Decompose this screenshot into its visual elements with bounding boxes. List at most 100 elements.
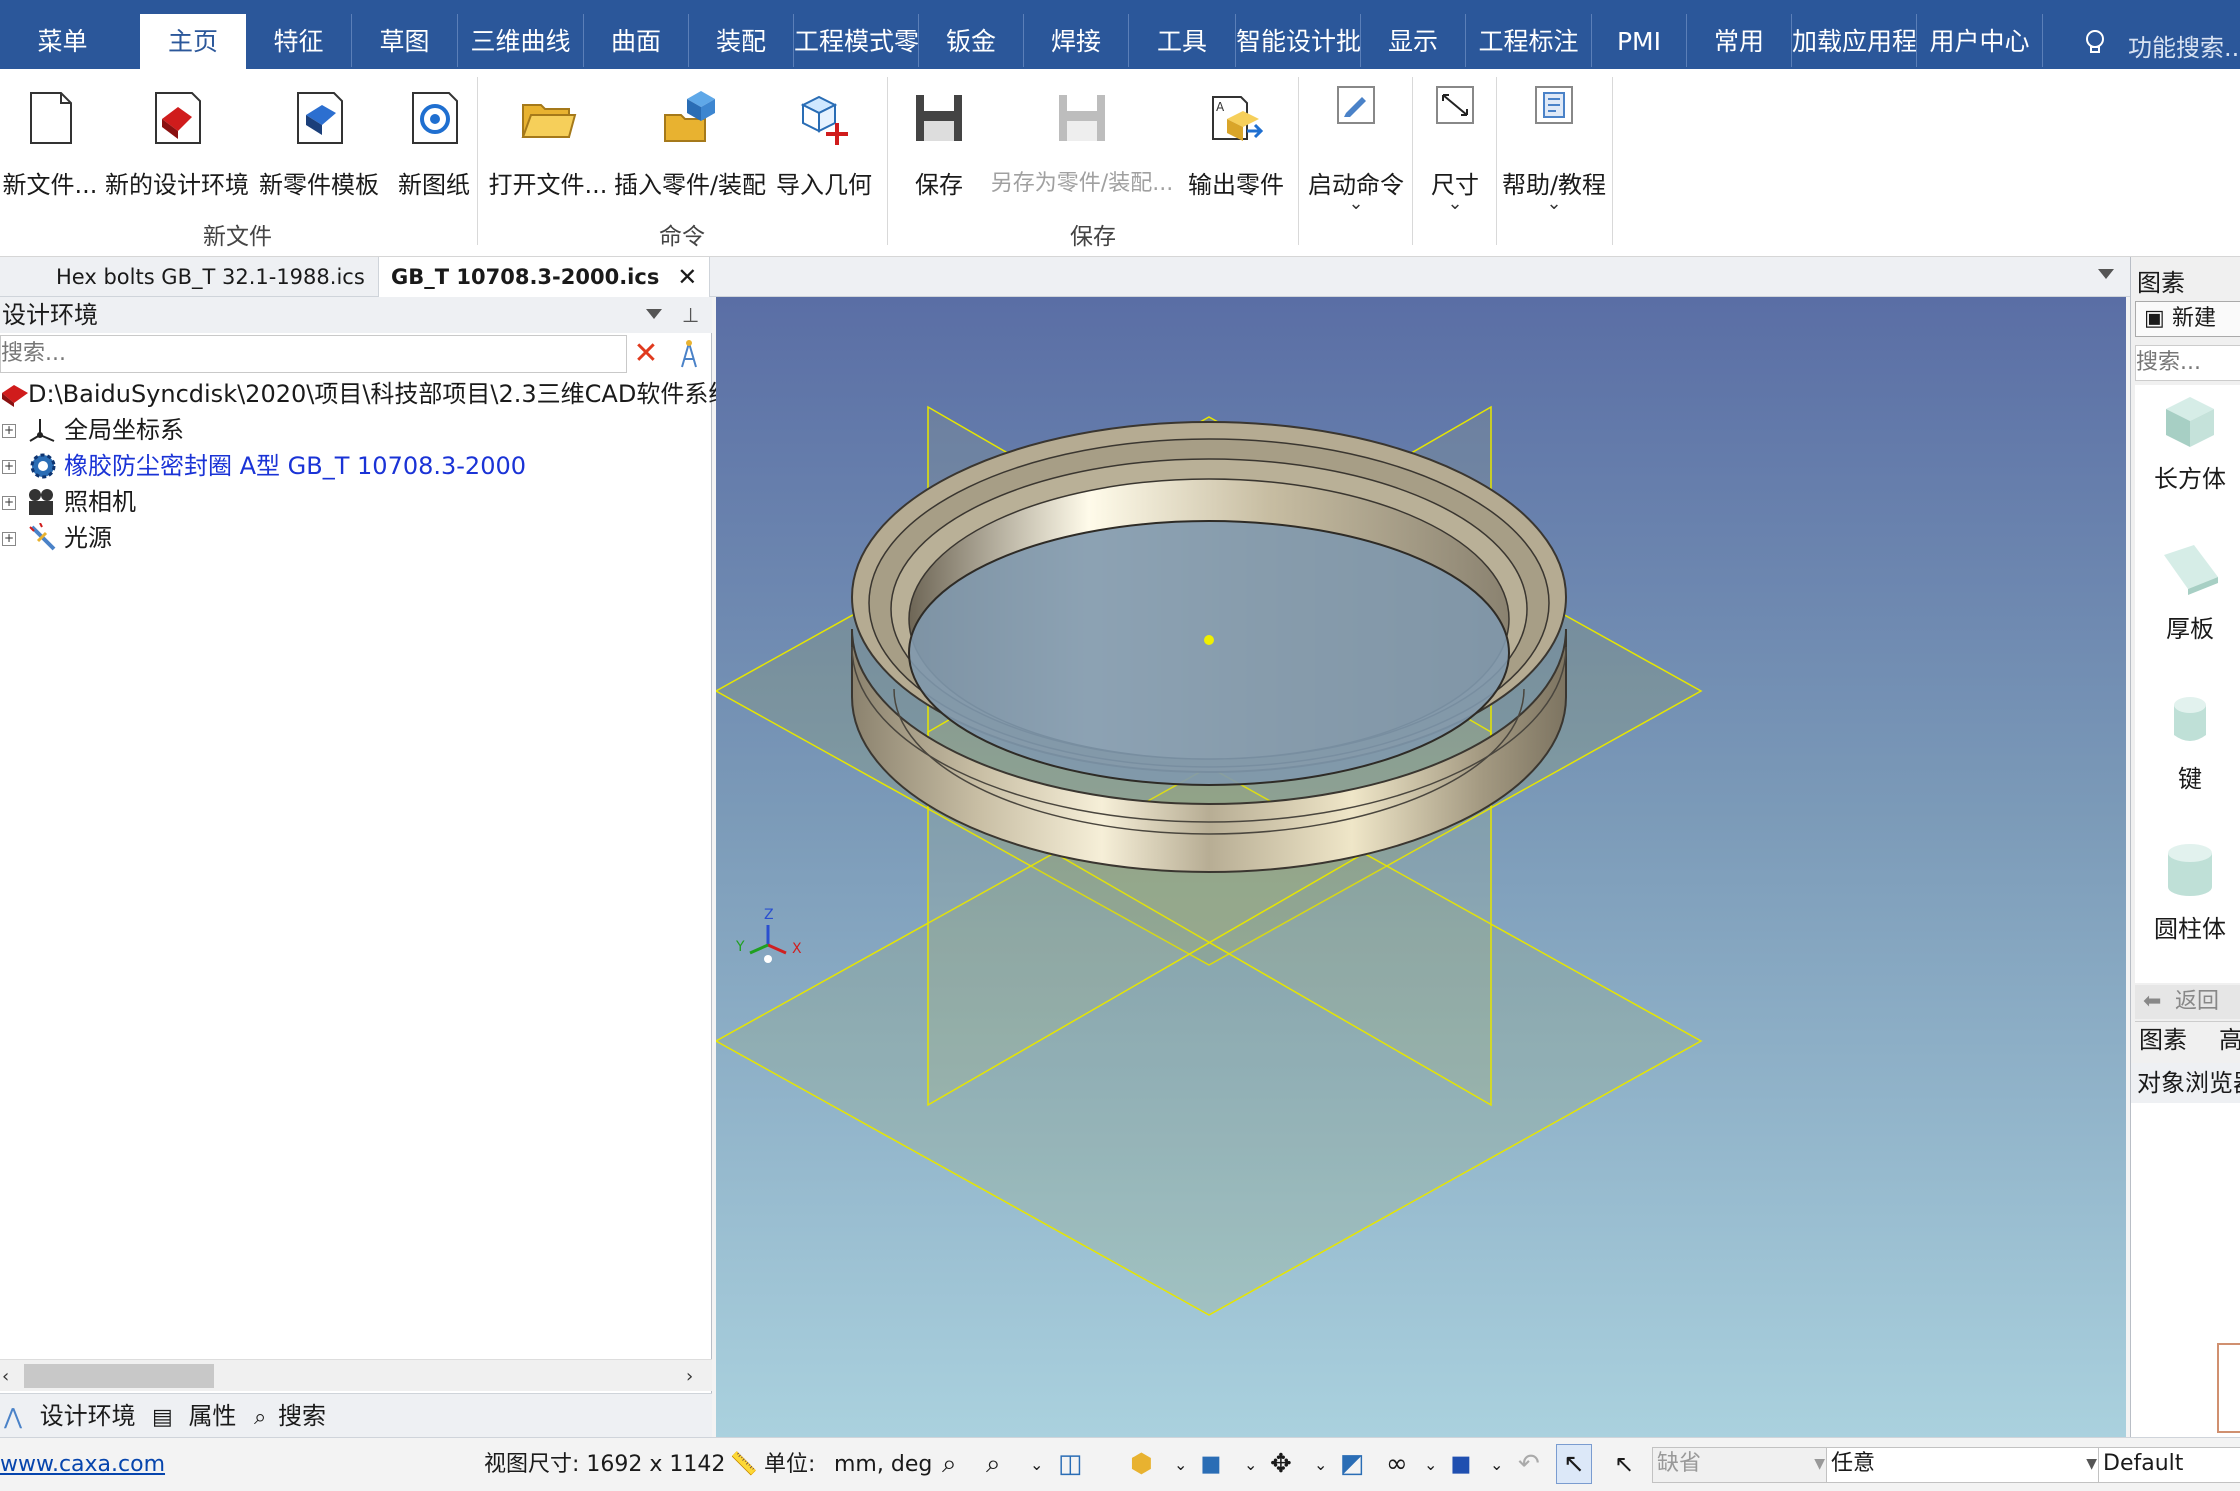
properties-icon: ▤: [152, 1405, 173, 1430]
tab-3d-curve[interactable]: 三维曲线: [458, 14, 583, 69]
panel-bottom-tabs: ⋀ 设计环境 ▤ 属性 ⌕ 搜索: [0, 1393, 712, 1437]
chevron-down-icon: ⌄: [1447, 193, 1463, 214]
doc-tab-active[interactable]: GB_T 10708.3-2000.ics ✕: [378, 257, 711, 297]
chevron-down-icon[interactable]: ⌄: [1174, 1438, 1187, 1491]
expand-icon[interactable]: +: [2, 460, 16, 474]
origin-point[interactable]: [1204, 635, 1214, 645]
chevron-down-icon[interactable]: ⌄: [1314, 1438, 1327, 1491]
tab-home[interactable]: 主页: [140, 14, 246, 69]
tab-load-app[interactable]: 加载应用程: [1792, 14, 1916, 69]
tab-sketch[interactable]: 草图: [352, 14, 457, 69]
expand-icon[interactable]: +: [2, 496, 16, 510]
tab-sheet-metal[interactable]: 钣金: [919, 14, 1023, 69]
view-glasses-icon[interactable]: ∞: [1386, 1438, 1408, 1491]
doc-tab-hex-bolts[interactable]: Hex bolts GB_T 32.1-1988.ics: [44, 257, 377, 297]
scroll-right-icon[interactable]: ›: [686, 1366, 693, 1387]
close-icon[interactable]: ✕: [677, 257, 697, 297]
panel-dropdown-icon[interactable]: [646, 309, 662, 319]
select-cursor-icon[interactable]: ↖: [1556, 1444, 1592, 1484]
menu-bar: 菜单 主页 特征 草图 三维曲线 曲面 装配 工程模式零 钣金 焊接 工具 智能…: [0, 0, 2240, 69]
zoom-fit-icon[interactable]: ⌕: [942, 1438, 957, 1491]
section-icon[interactable]: ◩: [1340, 1438, 1365, 1491]
tab-user-center[interactable]: 用户中心: [1917, 14, 2042, 69]
tab-surface[interactable]: 曲面: [584, 14, 688, 69]
filter-default-select[interactable]: 缺省 ▼: [1652, 1447, 1830, 1483]
clear-search-icon[interactable]: ✕: [628, 337, 664, 373]
new-part-template-button[interactable]: 新零件模板: [254, 83, 384, 213]
3d-viewport[interactable]: Z X Y: [716, 297, 2126, 1437]
save-button[interactable]: 保存: [896, 83, 982, 213]
feature-search-input[interactable]: 功能搜索...: [2128, 28, 2240, 62]
caxa-link[interactable]: www.caxa.com: [0, 1438, 165, 1491]
pick-cursor-icon[interactable]: ↖: [1614, 1438, 1634, 1491]
new-design-env-button[interactable]: 新的设计环境: [102, 83, 252, 213]
tab-menu[interactable]: 菜单: [0, 14, 125, 69]
expand-icon[interactable]: +: [2, 424, 16, 438]
group-label-command: 命令: [659, 224, 705, 250]
import-geometry-button[interactable]: 导入几何: [772, 83, 876, 213]
catalog-item-block[interactable]: 长方体: [2135, 391, 2240, 494]
start-command-button[interactable]: 启动命令 ⌄: [1302, 83, 1410, 233]
open-file-button[interactable]: 打开文件...: [486, 83, 610, 213]
scroll-thumb[interactable]: [24, 1364, 214, 1388]
save-as-icon: [1053, 89, 1111, 147]
tab-welding[interactable]: 焊接: [1024, 14, 1128, 69]
tab-advanced[interactable]: 高: [2219, 1022, 2240, 1058]
render-mode-icon[interactable]: ⬢: [1130, 1438, 1153, 1491]
tab-engineering-mode[interactable]: 工程模式零: [794, 14, 918, 69]
chevron-down-icon[interactable]: ⌄: [1030, 1438, 1043, 1491]
coordinate-system-icon: [28, 415, 58, 445]
expand-icon[interactable]: +: [2, 532, 16, 546]
insert-part-button[interactable]: 插入零件/装配: [610, 83, 770, 213]
filter-tree-icon[interactable]: [674, 339, 704, 371]
chevron-down-icon[interactable]: ⌄: [1244, 1438, 1257, 1491]
tab-search[interactable]: ⌕ 搜索: [254, 1394, 326, 1438]
selection-mode-select[interactable]: 任意 ▼: [1826, 1447, 2102, 1483]
cube-icon[interactable]: ◼: [1200, 1438, 1222, 1491]
tab-pmi[interactable]: PMI: [1592, 14, 1686, 69]
catalog-bottom-tabs: 图素 高: [2135, 1021, 2240, 1057]
seal-ring-model[interactable]: [851, 421, 1567, 873]
new-file-button[interactable]: 新文件...: [0, 83, 100, 213]
unit-value[interactable]: mm, deg: [834, 1438, 932, 1491]
pan-icon[interactable]: ✥: [1270, 1438, 1292, 1491]
pin-icon[interactable]: ⊥: [682, 303, 699, 327]
catalog-item-cylinder[interactable]: 圆柱体: [2135, 841, 2240, 944]
dropdown-arrow-icon[interactable]: [2098, 269, 2114, 279]
tab-assembly[interactable]: 装配: [689, 14, 793, 69]
scroll-left-icon[interactable]: ‹: [2, 1366, 9, 1387]
dimension-icon: [1433, 83, 1477, 127]
catalog-item-key[interactable]: 键: [2135, 691, 2240, 794]
new-drawing-button[interactable]: 新图纸: [386, 83, 482, 213]
search-icon: ⌕: [254, 1405, 267, 1430]
help-tutorial-button[interactable]: 帮助/教程 ⌄: [1498, 83, 1610, 233]
save-as-button[interactable]: 另存为零件/装配...: [984, 83, 1180, 213]
design-env-icon: [148, 89, 206, 147]
catalog-search-input[interactable]: 搜索...: [2135, 345, 2240, 381]
view-orient-icon[interactable]: ◫: [1058, 1438, 1083, 1491]
panel-title: 设计环境: [0, 297, 712, 333]
start-command-icon: [1334, 83, 1378, 127]
undo-view-icon[interactable]: ↶: [1518, 1438, 1540, 1491]
catalog-back-button[interactable]: ⬅ 返回: [2135, 985, 2240, 1019]
horizontal-scrollbar[interactable]: ‹ ›: [0, 1359, 712, 1391]
tab-smart-design[interactable]: 智能设计批: [1236, 14, 1360, 69]
tab-annotation[interactable]: 工程标注: [1466, 14, 1591, 69]
tab-common[interactable]: 常用: [1687, 14, 1791, 69]
tab-display[interactable]: 显示: [1361, 14, 1465, 69]
tab-properties[interactable]: ▤ 属性: [152, 1394, 236, 1438]
chevron-down-icon[interactable]: ⌄: [1490, 1438, 1503, 1491]
chevron-down-icon[interactable]: ⌄: [1424, 1438, 1437, 1491]
zoom-icon[interactable]: ⌕: [986, 1438, 1001, 1491]
export-part-button[interactable]: A 输出零件: [1180, 83, 1292, 213]
tree-search-input[interactable]: 搜索...: [0, 335, 627, 373]
tab-catalog[interactable]: 图素: [2139, 1022, 2187, 1058]
tab-feature[interactable]: 特征: [246, 14, 351, 69]
solid-cube-icon[interactable]: ◼: [1450, 1438, 1472, 1491]
tab-tools[interactable]: 工具: [1129, 14, 1235, 69]
style-select[interactable]: Default: [2098, 1447, 2240, 1483]
new-catalog-button[interactable]: ▣ 新建: [2135, 301, 2240, 337]
catalog-item-thick-plate[interactable]: 厚板: [2135, 541, 2240, 644]
dimension-button[interactable]: 尺寸 ⌄: [1414, 83, 1496, 233]
tab-design-env[interactable]: ⋀ 设计环境: [4, 1394, 136, 1438]
